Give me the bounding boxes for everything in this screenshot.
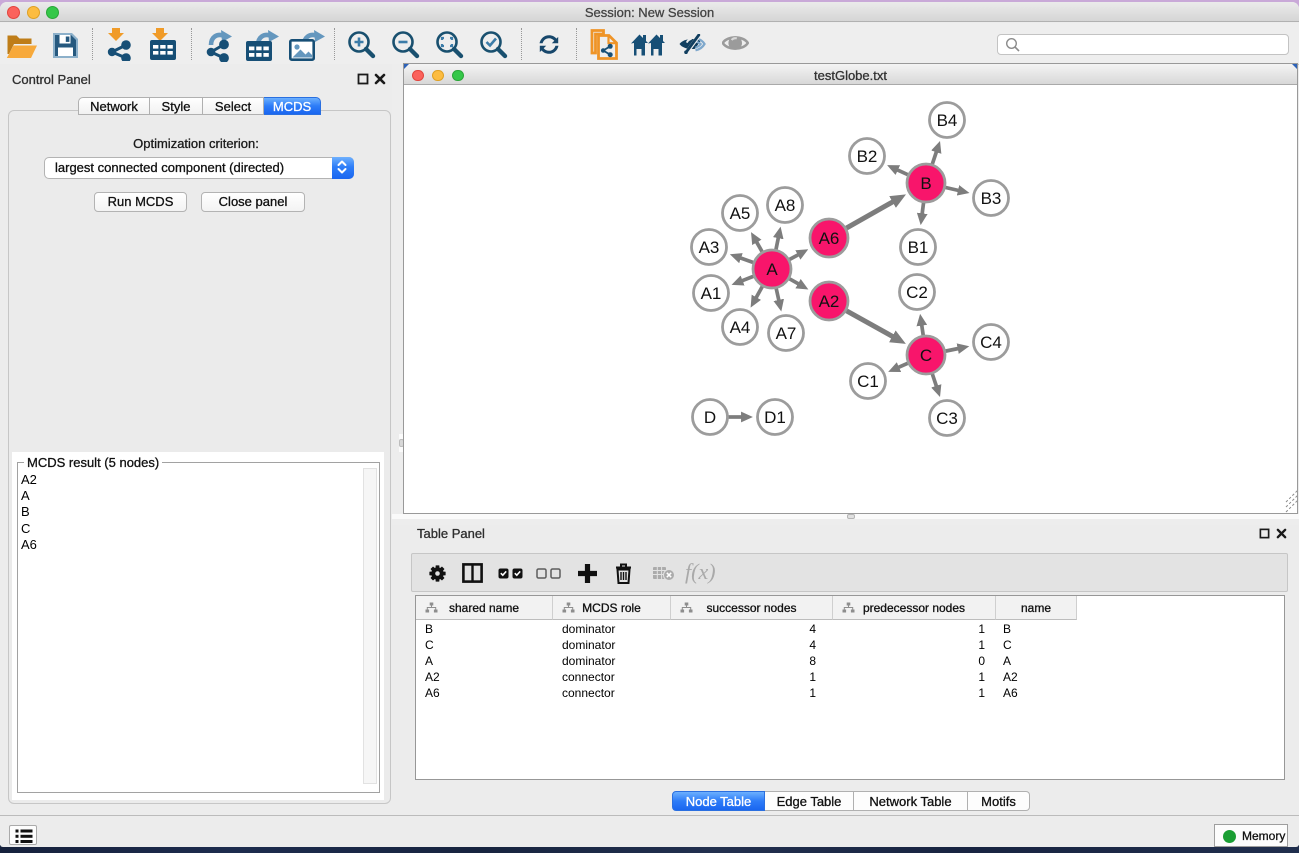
svg-text:A6: A6 <box>819 229 840 248</box>
svg-text:A4: A4 <box>730 318 751 337</box>
svg-text:B: B <box>920 174 931 193</box>
svg-text:A8: A8 <box>775 196 796 215</box>
svg-text:B1: B1 <box>908 238 929 257</box>
svg-text:D: D <box>704 408 716 427</box>
svg-text:C1: C1 <box>857 372 879 391</box>
svg-text:B2: B2 <box>857 147 878 166</box>
svg-text:C3: C3 <box>936 409 958 428</box>
svg-text:C4: C4 <box>980 333 1002 352</box>
svg-text:A5: A5 <box>730 204 751 223</box>
svg-text:C: C <box>920 346 932 365</box>
svg-text:C2: C2 <box>906 283 928 302</box>
svg-text:D1: D1 <box>764 408 786 427</box>
svg-text:B3: B3 <box>981 189 1002 208</box>
svg-text:A: A <box>766 260 778 279</box>
svg-text:A1: A1 <box>701 284 722 303</box>
svg-text:A3: A3 <box>699 238 720 257</box>
svg-text:A2: A2 <box>819 292 840 311</box>
svg-text:B4: B4 <box>937 111 958 130</box>
svg-text:A7: A7 <box>776 324 797 343</box>
